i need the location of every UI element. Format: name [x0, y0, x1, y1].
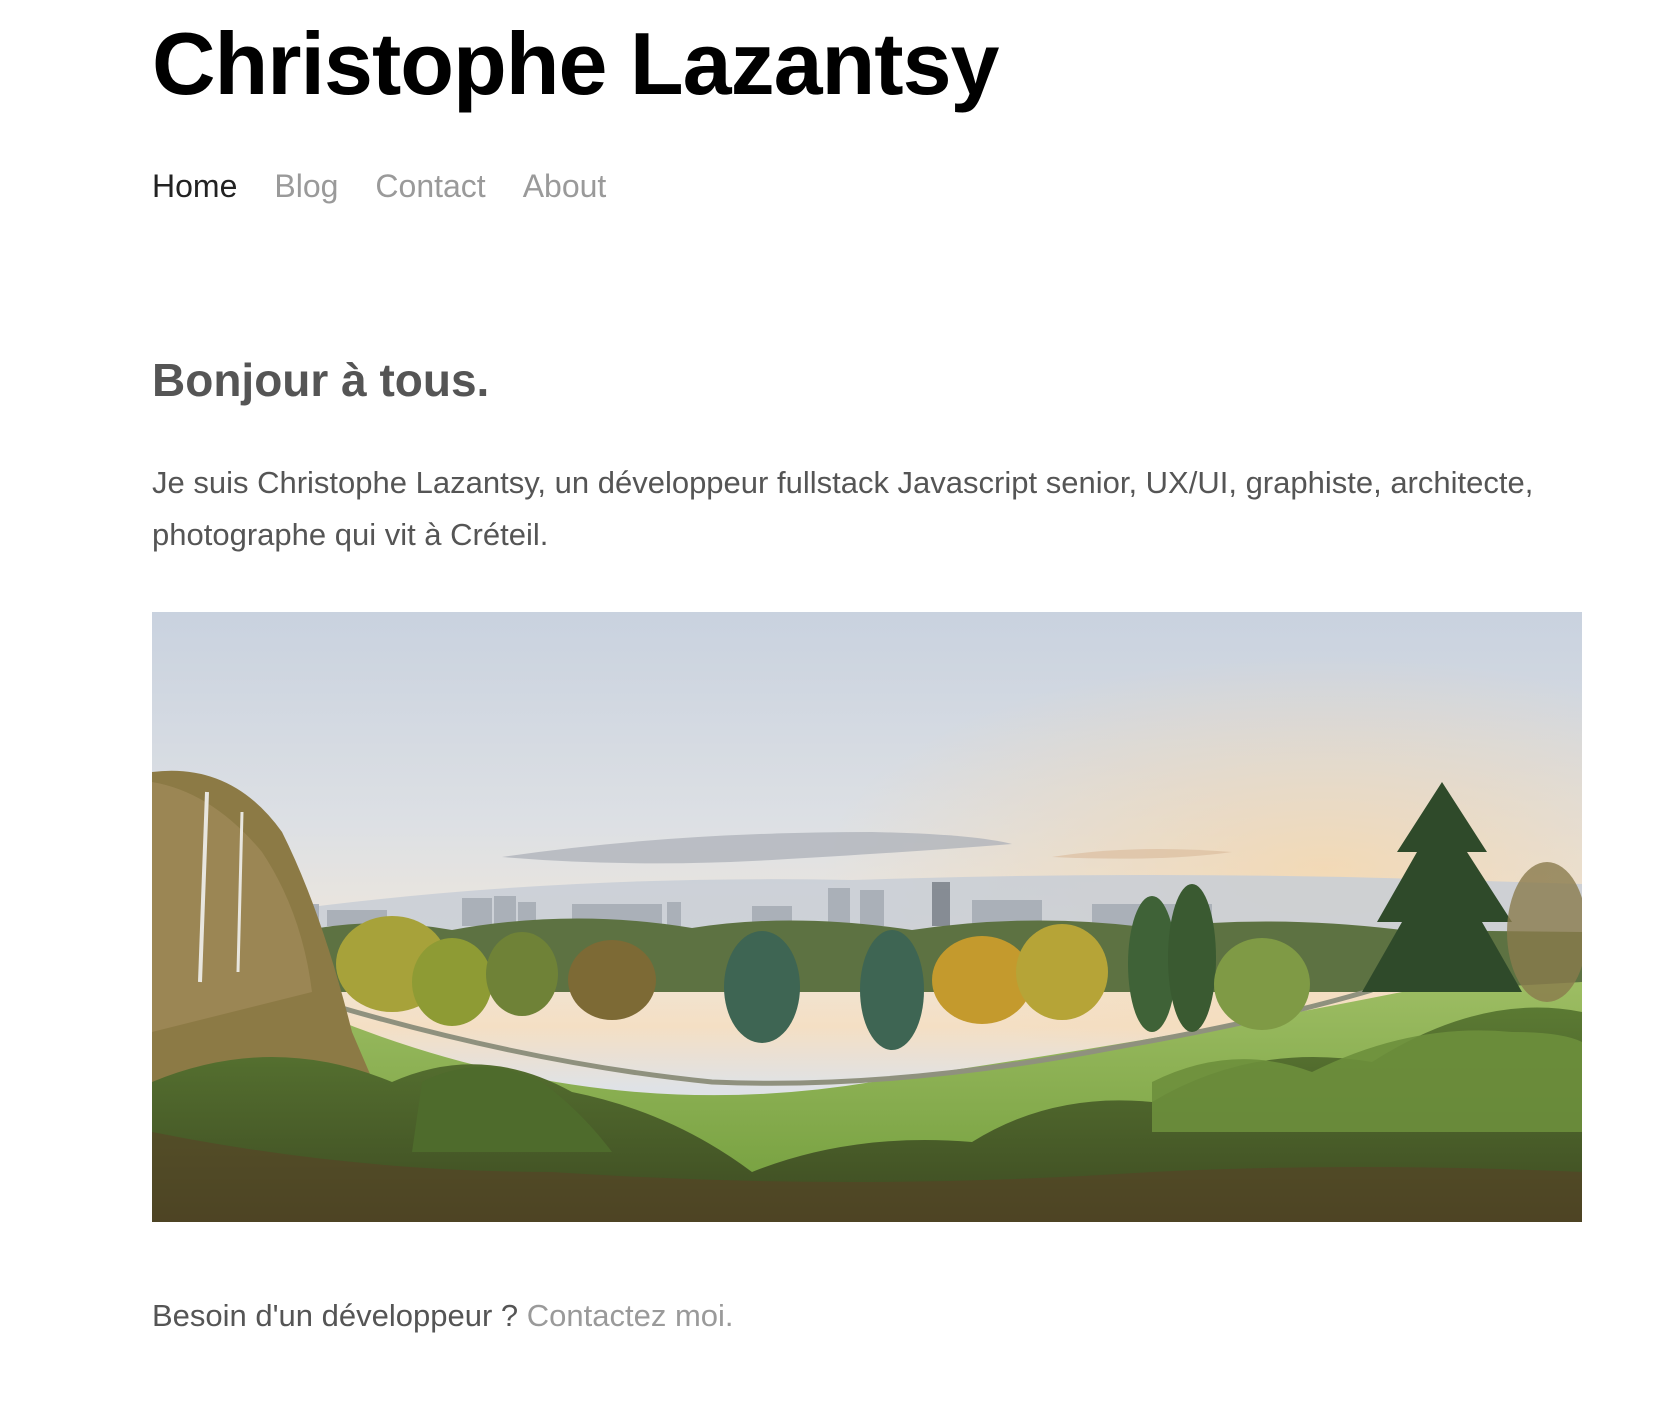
contact-cta: Besoin d'un développeur ? Contactez moi. [152, 1294, 734, 1338]
landscape-photo [152, 612, 1582, 1222]
main-nav: Home Blog Contact About [152, 166, 606, 206]
contact-me-link[interactable]: Contactez moi. [527, 1298, 734, 1333]
cta-text: Besoin d'un développeur ? [152, 1298, 527, 1333]
page-heading: Bonjour à tous. [152, 354, 490, 406]
site-title[interactable]: Christophe Lazantsy [152, 12, 999, 116]
nav-link-contact[interactable]: Contact [375, 166, 485, 206]
nav-link-about[interactable]: About [523, 166, 607, 206]
nav-link-blog[interactable]: Blog [274, 166, 338, 206]
nav-link-home[interactable]: Home [152, 166, 237, 206]
intro-paragraph: Je suis Christophe Lazantsy, un développ… [152, 465, 1534, 552]
